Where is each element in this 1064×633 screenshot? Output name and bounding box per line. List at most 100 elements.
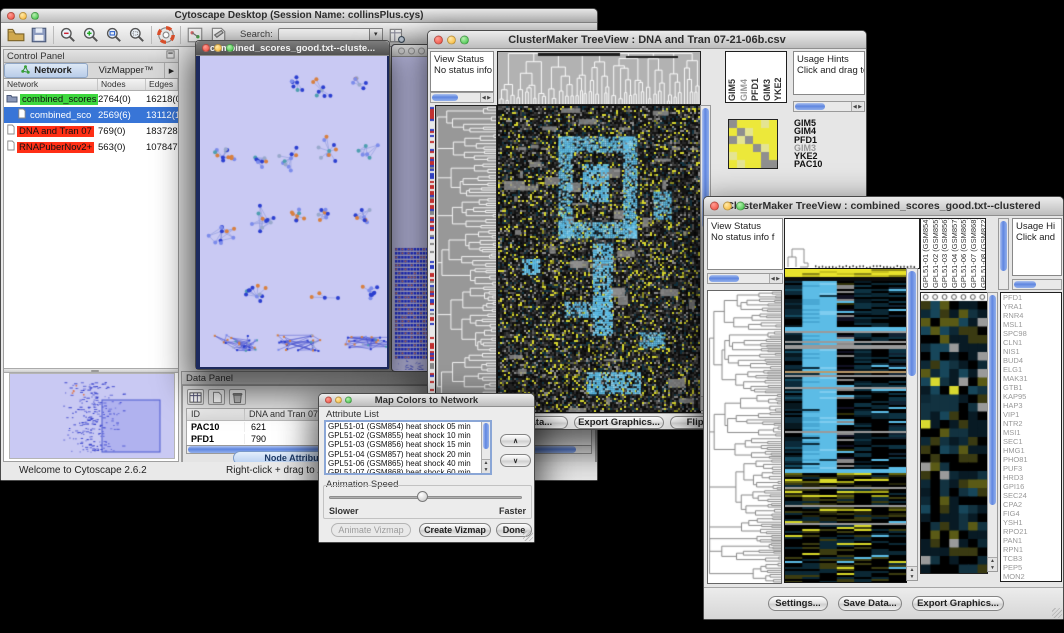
tv1-col-label[interactable]: GIM5 (728, 53, 738, 101)
tv2-col-label[interactable]: GPL51-08 (GSM872) (980, 220, 986, 288)
gene-label[interactable]: PUF3 (1003, 464, 1061, 473)
attribute-list-item[interactable]: GPL51-01 (GSM854) heat shock 05 min (326, 422, 490, 431)
minimize-button[interactable] (19, 12, 27, 20)
treeview2-titlebar[interactable]: ClusterMaker TreeView : combined_scores_… (704, 197, 1063, 216)
attribute-list-item[interactable]: GPL51-02 (GSM855) heat shock 10 min (326, 431, 490, 440)
network-list-row[interactable]: combined_scores 2764(0) 16218(0) (4, 91, 178, 107)
minimize-button[interactable] (335, 397, 342, 404)
animate-vizmap-button[interactable]: Animate Vizmap (331, 523, 411, 537)
gene-label[interactable]: NTR2 (1003, 419, 1061, 428)
tv1-col-label[interactable]: YKE2 (774, 53, 784, 101)
close-button[interactable] (398, 47, 405, 54)
dialog-titlebar[interactable]: Map Colors to Network (319, 394, 534, 407)
attribute-browser-icon[interactable] (388, 26, 406, 44)
gene-label[interactable]: PHO81 (1003, 455, 1061, 464)
tab-network[interactable]: Network (4, 63, 88, 78)
gene-label[interactable]: KAP95 (1003, 392, 1061, 401)
tv1-row-label[interactable]: PAC10 (794, 160, 858, 168)
minimize-button[interactable] (447, 35, 456, 44)
speed-slider-thumb[interactable] (417, 491, 428, 502)
gene-label[interactable]: CPA2 (1003, 500, 1061, 509)
gene-label[interactable]: PFD1 (1003, 293, 1061, 302)
tv2-col-label[interactable]: GPL51-06 (GSM865) (960, 220, 969, 288)
tv1-status-hscrollbar[interactable]: ◀ ▶ (430, 92, 494, 103)
gene-label[interactable]: CLN1 (1003, 338, 1061, 347)
maximize-button[interactable] (418, 47, 425, 54)
close-button[interactable] (325, 397, 332, 404)
hscroll-thumb[interactable] (432, 94, 458, 101)
hscroll-thumb[interactable] (1014, 281, 1036, 288)
main-titlebar[interactable]: Cytoscape Desktop (Session Name: collins… (1, 9, 597, 23)
hscroll-arrow-icons[interactable]: ◀ ▶ (769, 274, 781, 283)
gene-label[interactable]: MAK31 (1003, 374, 1061, 383)
zoom-out-icon[interactable] (59, 26, 77, 44)
tv2-col-label[interactable]: GPL51-01 (GSM854) (922, 220, 931, 288)
tv1-zoom-heatmap-canvas[interactable] (728, 119, 778, 169)
gene-label[interactable]: HRD3 (1003, 473, 1061, 482)
close-button[interactable] (202, 44, 210, 52)
gene-label[interactable]: RPO21 (1003, 527, 1061, 536)
maximize-button[interactable] (31, 12, 39, 20)
attribute-list-item[interactable]: GPL51-06 (GSM865) heat shock 40 min (326, 459, 490, 468)
vscroll-thumb[interactable] (989, 295, 996, 505)
network-canvas[interactable] (200, 56, 387, 367)
minimize-button[interactable] (408, 47, 415, 54)
gene-label[interactable]: SEC1 (1003, 437, 1061, 446)
attribute-list-vscrollbar[interactable]: ▲▼ (481, 422, 490, 473)
hscroll-thumb[interactable] (795, 103, 825, 110)
gene-label[interactable]: HMG1 (1003, 446, 1061, 455)
minimize-button[interactable] (723, 202, 732, 211)
vscroll-arrow-icons[interactable]: ▲▼ (907, 566, 917, 580)
vscroll-thumb[interactable] (1000, 221, 1007, 271)
create-vizmap-button[interactable]: Create Vizmap (419, 523, 491, 537)
tv2-save-data-button[interactable]: Save Data... (838, 596, 902, 611)
tv2-zoom-heatmap-canvas[interactable] (920, 292, 988, 574)
hscroll-arrow-icons[interactable]: ◀ ▶ (851, 102, 863, 111)
save-icon[interactable] (30, 26, 48, 44)
background-window-titlebar[interactable] (392, 45, 430, 57)
zoom-fit-icon[interactable] (105, 26, 123, 44)
tv1-col-label[interactable]: PAC10 (786, 53, 788, 101)
attribute-list-item[interactable]: GPL51-03 (GSM856) heat shock 15 min (326, 440, 490, 449)
close-button[interactable] (434, 35, 443, 44)
gene-label[interactable]: MSI1 (1003, 428, 1061, 437)
tv2-col-label[interactable]: GPL51-03 (GSM856) (941, 220, 950, 288)
gene-label[interactable]: BUD4 (1003, 356, 1061, 365)
tv1-col-dendrogram-canvas[interactable] (497, 51, 701, 105)
tv2-col-label[interactable]: GPL51-02 (GSM855) (932, 220, 941, 288)
network-list-row[interactable]: combined_sco 2569(6) 13112(15) (4, 107, 178, 123)
tab-vizmapper[interactable]: VizMapper™ (88, 63, 164, 78)
help-lifering-icon[interactable] (157, 26, 175, 44)
gene-label[interactable]: YSH1 (1003, 518, 1061, 527)
tv1-usage-hscrollbar[interactable]: ◀ ▶ (793, 101, 865, 112)
hscroll-thumb[interactable] (709, 275, 739, 282)
minimize-button[interactable] (214, 44, 222, 52)
gene-label[interactable]: GPI16 (1003, 482, 1061, 491)
tv2-col-dendrogram-canvas[interactable] (784, 218, 920, 269)
gene-label[interactable]: FIG4 (1003, 509, 1061, 518)
gene-label[interactable]: GTB1 (1003, 383, 1061, 392)
gene-label[interactable]: VIP1 (1003, 410, 1061, 419)
tv2-collabel-vscrollbar[interactable] (998, 218, 1009, 290)
gene-label[interactable]: TCB3 (1003, 554, 1061, 563)
tv2-heatmap-vscrollbar[interactable]: ▲▼ (906, 268, 918, 581)
gene-label[interactable]: HAP3 (1003, 401, 1061, 410)
move-down-button[interactable]: ∨ (500, 454, 531, 467)
gene-label[interactable]: PEP5 (1003, 563, 1061, 572)
tv1-row-dendrogram-canvas[interactable] (435, 105, 497, 413)
maximize-button[interactable] (226, 44, 234, 52)
gene-label[interactable]: NIS1 (1003, 347, 1061, 356)
gene-label[interactable]: RPN1 (1003, 545, 1061, 554)
vscroll-arrow-icons[interactable]: ▲▼ (482, 459, 490, 473)
zoom-in-icon[interactable] (82, 26, 100, 44)
move-up-button[interactable]: ∧ (500, 434, 531, 447)
grid-network-canvas[interactable] (394, 58, 430, 370)
new-document-icon[interactable] (208, 389, 225, 405)
gene-label[interactable]: MSL1 (1003, 320, 1061, 329)
network-view-titlebar[interactable]: combined_scores_good.txt--cluste... (196, 41, 389, 56)
maximize-button[interactable] (460, 35, 469, 44)
hscroll-arrow-icons[interactable]: ◀ ▶ (480, 93, 492, 102)
close-button[interactable] (7, 12, 15, 20)
network-list-row[interactable]: DNA and Tran 07 769(0) 183728(0) (4, 123, 178, 139)
tv2-gene-vscrollbar[interactable]: ▲▼ (987, 292, 998, 572)
